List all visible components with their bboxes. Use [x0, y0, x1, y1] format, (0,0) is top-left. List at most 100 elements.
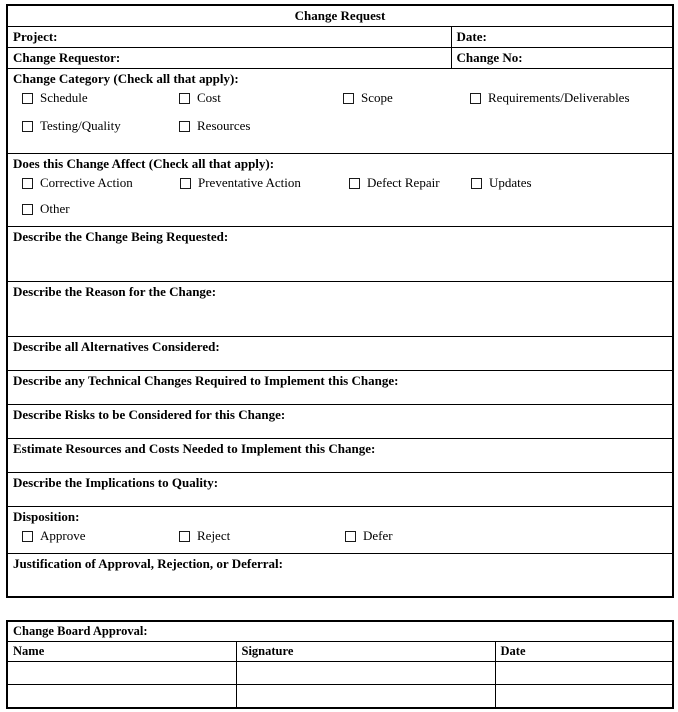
section-label: Describe the Change Being Requested:	[13, 229, 229, 244]
checkbox-option-approve[interactable]: Approve	[22, 527, 86, 545]
checkbox-label: Cost	[197, 90, 221, 105]
checkbox-icon[interactable]	[22, 530, 33, 542]
section-cell[interactable]: Describe the Implications to Quality:	[6, 472, 674, 507]
disposition-cell: Disposition: Approve Reject Defer	[6, 506, 674, 554]
approval-heading-cell: Change Board Approval:	[6, 620, 674, 642]
checkbox-option-corrective-action[interactable]: Corrective Action	[22, 174, 133, 192]
change-category-cell: Change Category (Check all that apply): …	[6, 68, 674, 154]
checkbox-option-defer[interactable]: Defer	[345, 527, 393, 545]
section-row-risks: Describe Risks to be Considered for this…	[6, 404, 674, 439]
checkbox-icon[interactable]	[22, 177, 33, 189]
change-board-approval-table: Change Board Approval: Name Signature Da…	[6, 620, 674, 709]
justification-label: Justification of Approval, Rejection, or…	[13, 556, 283, 571]
requestor-cell[interactable]: Change Requestor:	[6, 47, 452, 69]
approval-heading-row: Change Board Approval:	[6, 620, 674, 642]
disposition-row: Disposition: Approve Reject Defer	[6, 506, 674, 554]
requestor-label: Change Requestor:	[13, 50, 121, 65]
approval-date-cell[interactable]	[494, 684, 674, 709]
checkbox-option-schedule[interactable]: Schedule	[22, 89, 88, 107]
section-cell[interactable]: Describe Risks to be Considered for this…	[6, 404, 674, 439]
checkbox-icon[interactable]	[22, 120, 33, 132]
checkbox-option-updates[interactable]: Updates	[471, 174, 532, 192]
justification-row: Justification of Approval, Rejection, or…	[6, 553, 674, 598]
column-header-label: Name	[13, 644, 45, 658]
date-cell[interactable]: Date:	[450, 26, 674, 48]
checkbox-option-other[interactable]: Other	[22, 200, 70, 218]
section-input-area[interactable]	[8, 391, 672, 404]
section-cell[interactable]: Describe the Reason for the Change:	[6, 281, 674, 337]
checkbox-icon[interactable]	[471, 177, 482, 189]
checkbox-label: Defect Repair	[367, 175, 440, 190]
section-cell[interactable]: Describe the Change Being Requested:	[6, 226, 674, 282]
section-label: Describe the Reason for the Change:	[13, 284, 217, 299]
approval-signature-cell[interactable]	[235, 684, 496, 709]
checkbox-option-testing-quality[interactable]: Testing/Quality	[22, 117, 121, 135]
page-title: Change Request	[294, 8, 386, 23]
change-no-label: Change No:	[456, 50, 523, 65]
checkbox-icon[interactable]	[180, 177, 191, 189]
section-input-area[interactable]	[8, 459, 672, 472]
checkbox-icon[interactable]	[22, 92, 33, 104]
section-input-area[interactable]	[8, 357, 672, 370]
checkbox-option-resources[interactable]: Resources	[179, 117, 250, 135]
requestor-changeno-row: Change Requestor: Change No:	[6, 47, 674, 69]
checkbox-icon[interactable]	[179, 530, 190, 542]
checkbox-label: Corrective Action	[40, 175, 133, 190]
approval-date-cell[interactable]	[494, 661, 674, 685]
section-input-area[interactable]	[8, 425, 672, 438]
checkbox-icon[interactable]	[22, 203, 33, 215]
checkbox-icon[interactable]	[343, 92, 354, 104]
change-affect-cell: Does this Change Affect (Check all that …	[6, 153, 674, 227]
checkbox-label: Approve	[40, 528, 86, 543]
project-label: Project:	[13, 29, 58, 44]
table-row	[6, 684, 674, 709]
title-cell: Change Request	[6, 4, 674, 27]
column-header-label: Signature	[241, 644, 294, 658]
disposition-heading: Disposition:	[13, 509, 80, 524]
date-label: Date:	[456, 29, 487, 44]
table-gap-divider	[6, 598, 672, 620]
approval-name-cell[interactable]	[6, 684, 237, 709]
checkbox-option-reject[interactable]: Reject	[179, 527, 230, 545]
approval-name-cell[interactable]	[6, 661, 237, 685]
section-row-quality-implications: Describe the Implications to Quality:	[6, 472, 674, 507]
checkbox-icon[interactable]	[470, 92, 481, 104]
checkbox-icon[interactable]	[179, 120, 190, 132]
checkbox-option-cost[interactable]: Cost	[179, 89, 221, 107]
checkbox-option-requirements-deliverables[interactable]: Requirements/Deliverables	[470, 89, 630, 107]
checkbox-option-defect-repair[interactable]: Defect Repair	[349, 174, 440, 192]
checkbox-option-scope[interactable]: Scope	[343, 89, 393, 107]
column-header-label: Date	[500, 644, 526, 658]
change-affect-options-row-1: Corrective Action Preventative Action De…	[8, 174, 672, 200]
checkbox-icon[interactable]	[349, 177, 360, 189]
table-row	[6, 661, 674, 685]
approval-signature-cell[interactable]	[235, 661, 496, 685]
checkbox-option-preventative-action[interactable]: Preventative Action	[180, 174, 301, 192]
project-cell[interactable]: Project:	[6, 26, 452, 48]
section-label: Describe any Technical Changes Required …	[13, 373, 399, 388]
change-request-main-table: Change Request Project: Date: Change Req…	[6, 4, 674, 598]
change-board-approval-heading: Change Board Approval:	[13, 624, 148, 638]
section-cell[interactable]: Describe any Technical Changes Required …	[6, 370, 674, 405]
category-bottom-spacer	[8, 145, 672, 153]
section-label: Describe all Alternatives Considered:	[13, 339, 220, 354]
checkbox-icon[interactable]	[345, 530, 356, 542]
change-category-options-row-1: Schedule Cost Scope Requirements/Deliver…	[8, 89, 672, 117]
section-input-area[interactable]	[8, 247, 672, 281]
project-date-row: Project: Date:	[6, 26, 674, 48]
section-cell[interactable]: Estimate Resources and Costs Needed to I…	[6, 438, 674, 473]
section-input-area[interactable]	[8, 493, 672, 506]
section-cell[interactable]: Describe all Alternatives Considered:	[6, 336, 674, 371]
justification-cell[interactable]: Justification of Approval, Rejection, or…	[6, 553, 674, 598]
approval-col-header-signature: Signature	[235, 641, 496, 662]
justification-input-area[interactable]	[8, 574, 672, 596]
change-category-heading: Change Category (Check all that apply):	[13, 71, 239, 86]
change-affect-options-row-2: Other	[8, 200, 672, 226]
section-input-area[interactable]	[8, 302, 672, 336]
checkbox-label: Resources	[197, 118, 251, 133]
change-no-cell[interactable]: Change No:	[450, 47, 674, 69]
change-category-options-row-2: Testing/Quality Resources	[8, 117, 672, 145]
change-request-form-page: Change Request Project: Date: Change Req…	[0, 0, 678, 712]
checkbox-icon[interactable]	[179, 92, 190, 104]
section-row-alternatives: Describe all Alternatives Considered:	[6, 336, 674, 371]
